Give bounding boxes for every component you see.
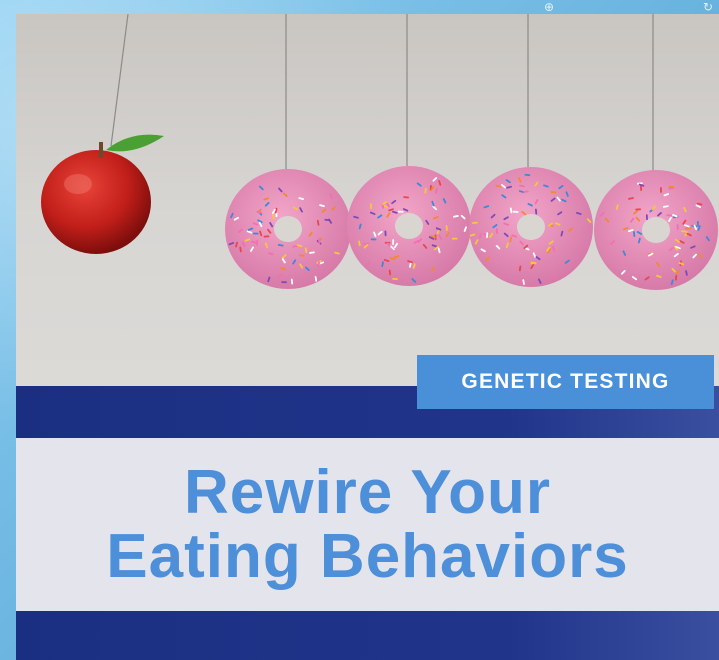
refresh-icon[interactable]: ↻ — [699, 0, 717, 14]
title-panel: Rewire Your Eating Behaviors — [16, 438, 719, 611]
donut — [594, 170, 718, 290]
title-line-1: Rewire Your — [183, 457, 552, 527]
promo-image: GENETIC TESTING Rewire Your Eating Behav… — [16, 14, 719, 660]
add-icon[interactable]: ⊕ — [540, 0, 558, 14]
donut — [225, 169, 351, 289]
photo-illustration — [41, 14, 718, 290]
donut — [347, 166, 471, 286]
title-line-2: Eating Behaviors — [106, 521, 629, 591]
apple — [41, 134, 164, 254]
donut — [469, 167, 593, 287]
photo-apple-donuts — [16, 14, 719, 386]
category-tag: GENETIC TESTING — [417, 355, 714, 409]
navy-band-bottom — [16, 611, 719, 660]
